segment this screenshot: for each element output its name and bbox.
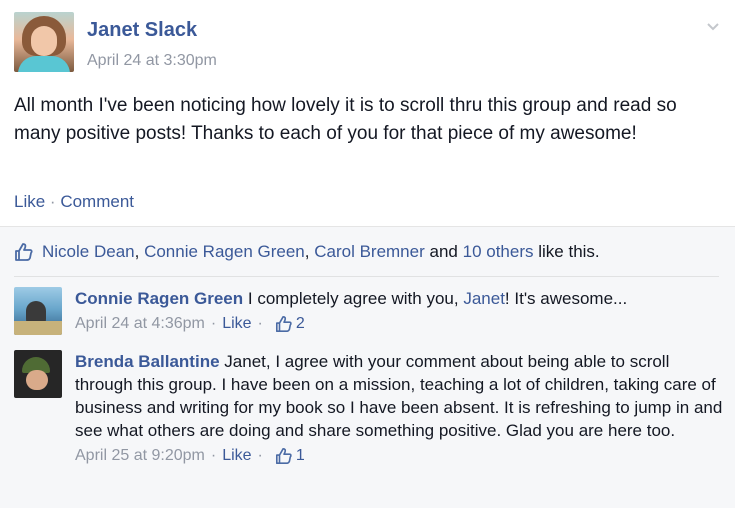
liker-connie-ragen-green[interactable]: Connie Ragen Green xyxy=(144,242,305,261)
comment-like-count[interactable]: 2 xyxy=(269,312,305,335)
divider xyxy=(14,276,719,277)
comment-like-count[interactable]: 1 xyxy=(269,444,305,467)
comment-body: Connie Ragen Green I completely agree wi… xyxy=(75,287,725,335)
comment-author[interactable]: Connie Ragen Green xyxy=(75,289,243,308)
chevron-down-icon[interactable] xyxy=(704,17,722,35)
thumbs-up-icon xyxy=(15,243,33,261)
post-header-body: Janet Slack April 24 at 3:30pm All month… xyxy=(0,0,735,226)
mention-janet[interactable]: Janet xyxy=(463,289,505,308)
post-text: All month I've been noticing how lovely … xyxy=(14,95,677,144)
comment-text: I completely agree with you, xyxy=(247,289,459,308)
likes-summary: Nicole Dean, Connie Ragen Green, Carol B… xyxy=(14,242,600,262)
feedback-section: Nicole Dean, Connie Ragen Green, Carol B… xyxy=(0,226,735,508)
thumbs-up-icon xyxy=(275,315,292,332)
action-separator: · xyxy=(49,192,56,211)
comment-meta: April 25 at 9:20pm · Like · 1 xyxy=(75,444,725,467)
comment-like-button[interactable]: Like xyxy=(222,444,251,467)
comment-action[interactable]: Comment xyxy=(60,192,134,211)
post-card: Janet Slack April 24 at 3:30pm All month… xyxy=(0,0,735,508)
liker-nicole-dean[interactable]: Nicole Dean xyxy=(42,242,135,261)
thumbs-up-icon xyxy=(275,447,292,464)
likes-suffix: like this. xyxy=(538,242,600,261)
author-avatar[interactable] xyxy=(14,12,74,72)
like-action[interactable]: Like xyxy=(14,192,45,211)
likes-and: and xyxy=(429,242,458,261)
post-author-name[interactable]: Janet Slack xyxy=(87,19,197,42)
comment-author[interactable]: Brenda Ballantine xyxy=(75,352,220,371)
comment-timestamp[interactable]: April 25 at 9:20pm xyxy=(75,444,205,467)
post-actions: Like · Comment xyxy=(14,192,134,212)
comment-meta: April 24 at 4:36pm · Like · 2 xyxy=(75,312,725,335)
post-timestamp[interactable]: April 24 at 3:30pm xyxy=(87,52,217,70)
commenter-avatar[interactable] xyxy=(14,287,62,335)
comment-body: Brenda Ballantine Janet, I agree with yo… xyxy=(75,350,725,467)
likes-others-link[interactable]: 10 others xyxy=(463,242,534,261)
commenter-avatar[interactable] xyxy=(14,350,62,398)
liker-carol-bremner[interactable]: Carol Bremner xyxy=(314,242,425,261)
comment-timestamp[interactable]: April 24 at 4:36pm xyxy=(75,312,205,335)
comment-like-button[interactable]: Like xyxy=(222,312,251,335)
